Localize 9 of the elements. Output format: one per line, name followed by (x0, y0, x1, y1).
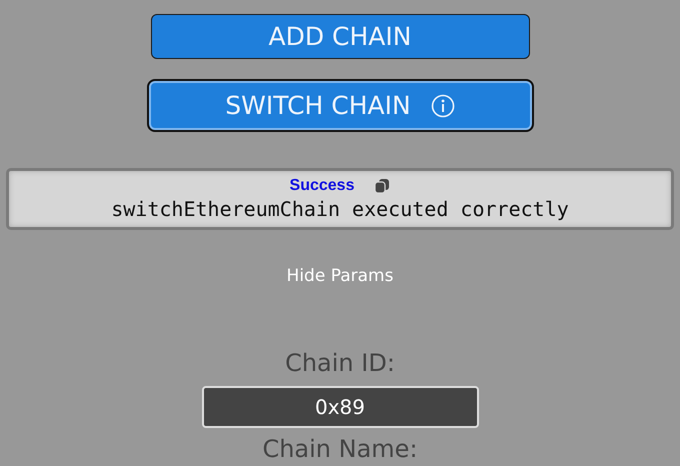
toggle-params-link[interactable]: Hide Params (286, 266, 394, 286)
status-text: Success (290, 177, 354, 195)
chain-button[interactable]: ADD CHAIN (150, 14, 530, 59)
chain-button[interactable]: SWITCH CHAIN (148, 81, 532, 130)
copy-icon[interactable] (374, 178, 390, 194)
input-field[interactable]: 0x89 (202, 386, 478, 428)
field-label: Chain ID: (285, 348, 395, 378)
result-message: switchEthereumChain executed correctly (111, 197, 569, 221)
field-label: Chain Name: (262, 434, 418, 464)
